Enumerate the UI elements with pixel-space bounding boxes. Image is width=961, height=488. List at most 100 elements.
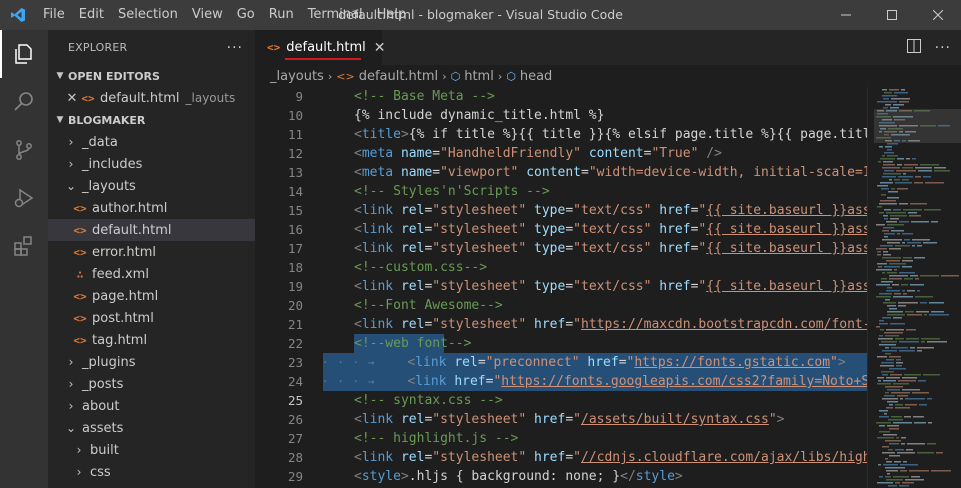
minimap-line: [910, 203, 927, 205]
minimap-line: [887, 401, 898, 403]
menu-terminal[interactable]: Terminal: [301, 0, 370, 30]
code-line[interactable]: <link rel="stylesheet" href="/assets/bui…: [323, 410, 867, 429]
minimap-line: [883, 227, 894, 229]
minimap-line: [890, 215, 907, 217]
code-line[interactable]: <link rel="stylesheet" href="https://max…: [323, 315, 867, 334]
minimap-line: [880, 158, 895, 160]
menu-run[interactable]: Run: [262, 0, 301, 30]
tree-item-default-html[interactable]: <> default.html: [48, 219, 255, 241]
minimap-line: [887, 224, 904, 226]
minimap-line: [879, 323, 888, 325]
minimap-line: [903, 173, 906, 175]
minimap-line: [903, 209, 922, 211]
tree-item-error-html[interactable]: <> error.html: [48, 241, 255, 263]
minimap-slider[interactable]: [874, 109, 961, 143]
more-actions-icon[interactable]: ···: [227, 40, 243, 56]
tree-item-layouts[interactable]: ⌄ _layouts: [48, 175, 255, 197]
minimap-line: [906, 338, 919, 340]
more-actions-icon[interactable]: ···: [935, 40, 951, 56]
code-line[interactable]: <link rel="stylesheet" type="text/css" h…: [323, 220, 867, 239]
minimap-line: [882, 272, 885, 274]
open-editors-section[interactable]: ▼ OPEN EDITORS: [48, 65, 255, 87]
menu-selection[interactable]: Selection: [111, 0, 185, 30]
code-line[interactable]: <title>{% if title %}{{ title }}{% elsif…: [323, 125, 867, 144]
maximize-button[interactable]: [869, 0, 915, 30]
menu-help[interactable]: Help: [370, 0, 414, 30]
code-line[interactable]: <link rel="stylesheet" type="text/css" h…: [323, 277, 867, 296]
breadcrumb-item[interactable]: _layouts: [270, 69, 324, 84]
code-line[interactable]: <style>.hljs { background: none; }</styl…: [323, 467, 867, 486]
open-editor-item[interactable]: ✕ <> default.html _layouts: [48, 87, 255, 109]
code-line[interactable]: {% include dynamic_title.html %}: [323, 106, 867, 125]
code-line[interactable]: <meta name="HandheldFriendly" content="T…: [323, 144, 867, 163]
code-token: name: [400, 165, 433, 180]
code-token: href: [534, 317, 566, 332]
tree-item-plugins[interactable]: › _plugins: [48, 351, 255, 373]
tree-item-about[interactable]: › about: [48, 395, 255, 417]
minimap-line: [886, 329, 904, 331]
minimap-line: [921, 341, 925, 343]
line-number: 26: [287, 412, 303, 427]
tree-item-label: css: [90, 464, 111, 480]
tree-item-data[interactable]: › _data: [48, 131, 255, 153]
menu-go[interactable]: Go: [230, 0, 262, 30]
workspace-section[interactable]: ▼ BLOGMAKER: [48, 109, 255, 131]
tree-item-author-html[interactable]: <> author.html: [48, 197, 255, 219]
code-line[interactable]: <link rel="stylesheet" href="//cdnjs.clo…: [323, 448, 867, 467]
menu-view[interactable]: View: [185, 0, 230, 30]
code-line[interactable]: <!--web font-->: [323, 334, 867, 353]
explorer-icon[interactable]: [0, 30, 48, 78]
menu-file[interactable]: File: [36, 0, 72, 30]
minimap-line: [891, 347, 908, 349]
close-tab-icon[interactable]: ✕: [374, 40, 386, 56]
source-control-icon[interactable]: [0, 126, 48, 174]
code-line[interactable]: <!-- highlight.js -->: [323, 429, 867, 448]
minimap[interactable]: [867, 87, 961, 488]
code-line[interactable]: <!-- syntax.css -->: [323, 391, 867, 410]
code-line[interactable]: <link rel="stylesheet" type="text/css" h…: [323, 201, 867, 220]
tab-default-html[interactable]: <> default.html ✕: [255, 30, 385, 65]
extensions-icon[interactable]: [0, 222, 48, 270]
tree-item-posts[interactable]: › _posts: [48, 373, 255, 395]
tree-item-post-html[interactable]: <> post.html: [48, 307, 255, 329]
code-line[interactable]: <link rel="stylesheet" type="text/css" h…: [323, 239, 867, 258]
close-window-button[interactable]: [915, 0, 961, 30]
minimap-line: [886, 479, 903, 481]
tree-item-tag-html[interactable]: <> tag.html: [48, 329, 255, 351]
tree-item-label: default.html: [92, 222, 172, 238]
code-line[interactable]: · · · → <link href="https://fonts.googlea…: [322, 372, 867, 391]
code-line[interactable]: <!-- Base Meta -->: [323, 87, 867, 106]
menu-edit[interactable]: Edit: [72, 0, 111, 30]
tree-item-page-html[interactable]: <> page.html: [48, 285, 255, 307]
code-token: rel: [454, 355, 478, 370]
code-line[interactable]: <!-- Styles'n'Scripts -->: [323, 182, 867, 201]
close-icon[interactable]: ✕: [64, 91, 80, 106]
code-token: "stylesheet": [432, 450, 527, 465]
breadcrumb-item[interactable]: default.html: [359, 69, 439, 84]
tree-item-feed-xml[interactable]: ∴ feed.xml: [48, 263, 255, 285]
split-editor-icon[interactable]: [906, 38, 921, 57]
code-line[interactable]: <meta name="viewport" content="width=dev…: [323, 163, 867, 182]
minimap-line: [902, 179, 909, 181]
tree-item-includes[interactable]: › _includes: [48, 153, 255, 175]
minimap-line: [929, 302, 944, 304]
search-icon[interactable]: [0, 78, 48, 126]
code-token: {{ site.baseurl }}asse: [706, 203, 867, 218]
minimap-line: [912, 392, 929, 394]
code-line[interactable]: <!--custom.css-->: [323, 258, 867, 277]
tree-item-assets[interactable]: ⌄ assets: [48, 417, 255, 439]
minimap-line: [877, 437, 894, 439]
minimap-line: [899, 341, 919, 343]
code-line[interactable]: <!--Font Awesome-->: [323, 296, 867, 315]
minimap-line: [891, 416, 902, 418]
minimap-line: [902, 266, 912, 268]
run-debug-icon[interactable]: [0, 174, 48, 222]
code-token: href: [659, 203, 691, 218]
minimize-button[interactable]: [823, 0, 869, 30]
code-line[interactable]: · · · → <link rel="preconnect" href="http…: [322, 353, 867, 372]
tree-item-built[interactable]: › built: [48, 439, 255, 461]
breadcrumb-item[interactable]: html: [464, 69, 494, 84]
code-editor[interactable]: 9 10 11 12 13 14 15 16 17 18 19 20 21 22 23 24 25 26 27 28 2…: [255, 87, 867, 488]
tree-item-css[interactable]: › css: [48, 461, 255, 483]
breadcrumb-item[interactable]: head: [520, 69, 552, 84]
